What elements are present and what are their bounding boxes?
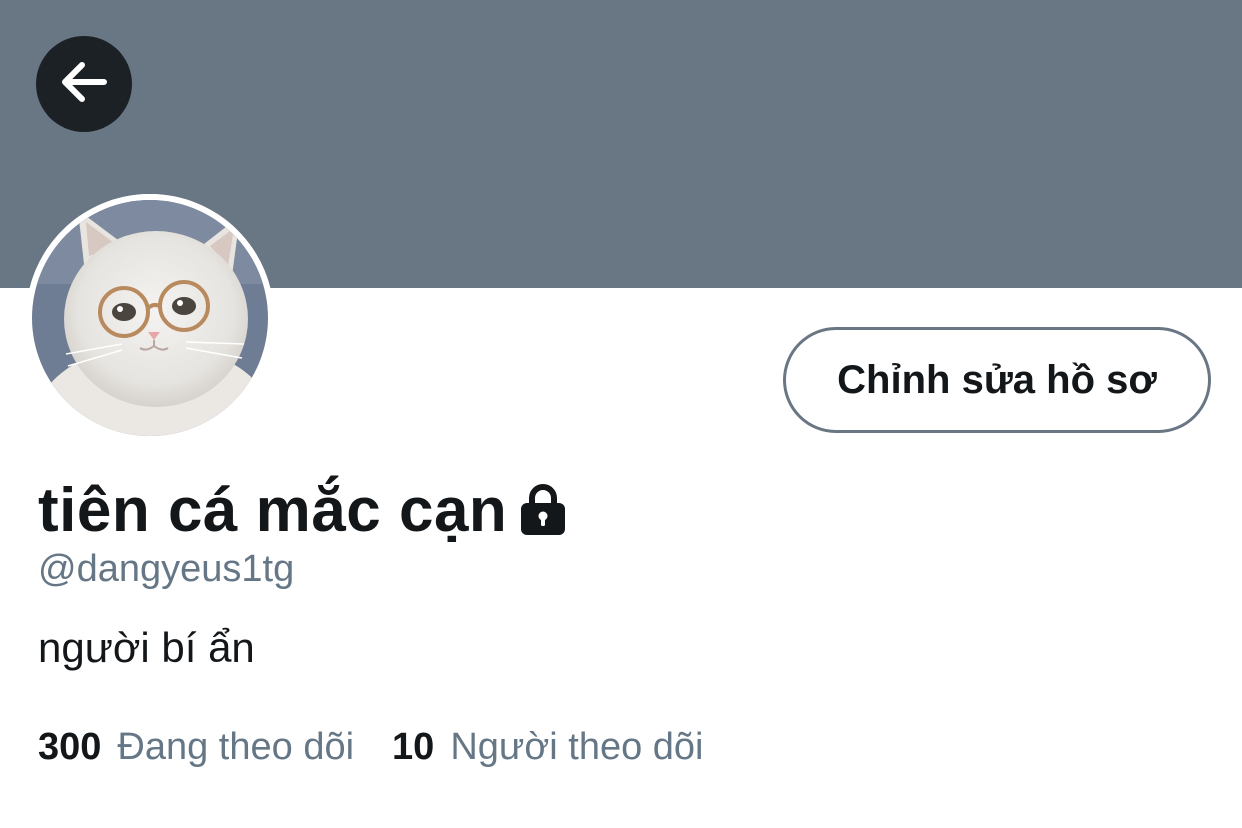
following-label: Đang theo dõi bbox=[117, 726, 355, 768]
follow-stats: 300 Đang theo dõi 10 Người theo dõi bbox=[38, 726, 704, 769]
profile-page: Chỉnh sửa hồ sơ tiên cá mắc cạn @dangyeu… bbox=[0, 0, 1242, 828]
followers-count: 10 bbox=[392, 726, 435, 768]
back-button[interactable] bbox=[36, 36, 132, 132]
followers-label: Người theo dõi bbox=[450, 726, 704, 768]
display-name: tiên cá mắc cạn bbox=[38, 475, 508, 545]
edit-profile-button[interactable]: Chỉnh sửa hồ sơ bbox=[783, 327, 1211, 433]
avatar[interactable] bbox=[26, 194, 274, 442]
arrow-left-icon bbox=[58, 56, 110, 113]
name-row: tiên cá mắc cạn bbox=[38, 470, 567, 550]
user-bio: người bí ẩn bbox=[38, 624, 255, 671]
followers-stat[interactable]: 10 Người theo dõi bbox=[392, 726, 703, 769]
following-count: 300 bbox=[38, 726, 102, 768]
user-handle: @dangyeus1tg bbox=[38, 548, 295, 590]
following-stat[interactable]: 300 Đang theo dõi bbox=[38, 726, 354, 769]
lock-icon bbox=[519, 483, 567, 537]
edit-profile-label: Chỉnh sửa hồ sơ bbox=[837, 357, 1157, 402]
